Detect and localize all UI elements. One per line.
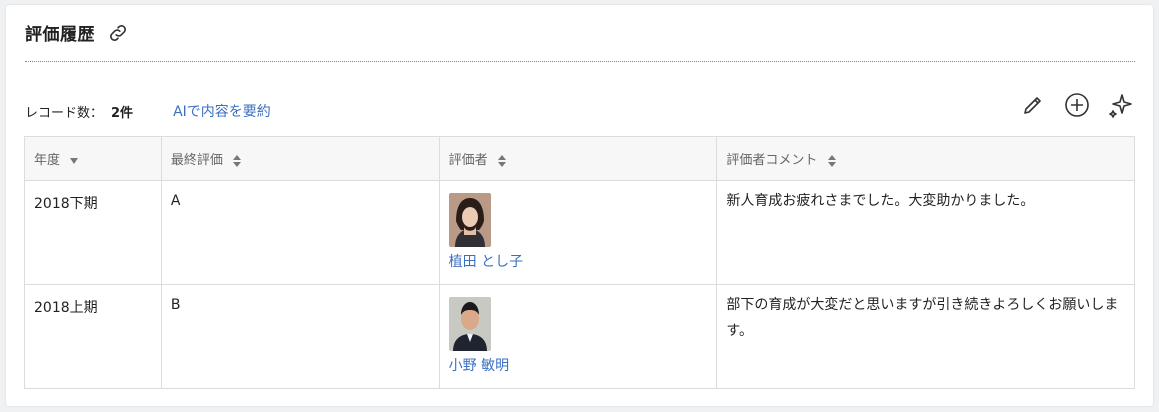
evaluator-name-link[interactable]: 小野 敏明 — [449, 355, 509, 375]
column-header-final-grade[interactable]: 最終評価 — [160, 136, 440, 181]
period-cell: 2018下期 — [24, 180, 162, 285]
add-button[interactable] — [1063, 91, 1091, 119]
record-count-label: レコード数： — [25, 105, 104, 121]
column-header-evaluator[interactable]: 評価者 — [438, 136, 718, 181]
sort-icon — [233, 154, 242, 167]
evaluator-name-link[interactable]: 植田 とし子 — [449, 251, 523, 271]
table-header-row: 年度 最終評価 評価者 評価者コメント — [24, 136, 1135, 181]
sort-icon — [827, 154, 836, 167]
sort-icon — [497, 154, 506, 167]
column-header-period[interactable]: 年度 — [24, 136, 162, 181]
period-cell: 2018上期 — [24, 284, 162, 389]
divider — [25, 61, 1135, 62]
avatar — [448, 193, 491, 247]
ai-button[interactable] — [1107, 91, 1135, 119]
link-icon[interactable] — [107, 22, 129, 44]
sort-desc-icon — [70, 157, 79, 164]
record-meta: レコード数： 2件 AIで内容を要約 — [25, 101, 271, 121]
toolbar — [1019, 91, 1135, 119]
comment-cell: 部下の育成が大変だと思いますが引き続きよろしくお願いします。 — [716, 284, 1135, 389]
evaluator-cell: 小野 敏明 — [438, 284, 718, 389]
evaluator-cell: 植田 とし子 — [438, 180, 718, 285]
grade-cell: A — [160, 180, 440, 285]
avatar — [448, 297, 491, 351]
title-row: 評価履歴 — [25, 20, 129, 45]
evaluation-table: 年度 最終評価 評価者 評価者コメント 2018下期 A 植田 とし子 新人育成… — [24, 136, 1135, 389]
comment-cell: 新人育成お疲れさまでした。大変助かりました。 — [716, 180, 1135, 285]
comment-text: 新人育成お疲れさまでした。大変助かりました。 — [726, 193, 1035, 209]
edit-button[interactable] — [1019, 91, 1047, 119]
plus-circle-icon — [1065, 93, 1089, 117]
pencil-icon — [1024, 97, 1041, 114]
comment-text: 部下の育成が大変だと思いますが引き続きよろしくお願いします。 — [726, 297, 1119, 339]
section-title: 評価履歴 — [25, 25, 95, 45]
ai-summary-link[interactable]: AIで内容を要約 — [173, 101, 271, 121]
grade-cell: B — [160, 284, 440, 389]
evaluation-history-card: 評価履歴 レコード数： 2件 AIで内容を要約 年度 最終評価 評価者 評価者コ… — [6, 5, 1153, 406]
sparkle-icon — [1109, 94, 1132, 118]
column-header-evaluator-comment[interactable]: 評価者コメント — [716, 136, 1135, 181]
table-row: 2018上期 B 小野 敏明 部下の育成が大変だと思いますが引き続きよろしくお願… — [24, 284, 1135, 389]
record-count-value: 2件 — [111, 105, 134, 121]
table-row: 2018下期 A 植田 とし子 新人育成お疲れさまでした。大変助かりました。 — [24, 180, 1135, 285]
